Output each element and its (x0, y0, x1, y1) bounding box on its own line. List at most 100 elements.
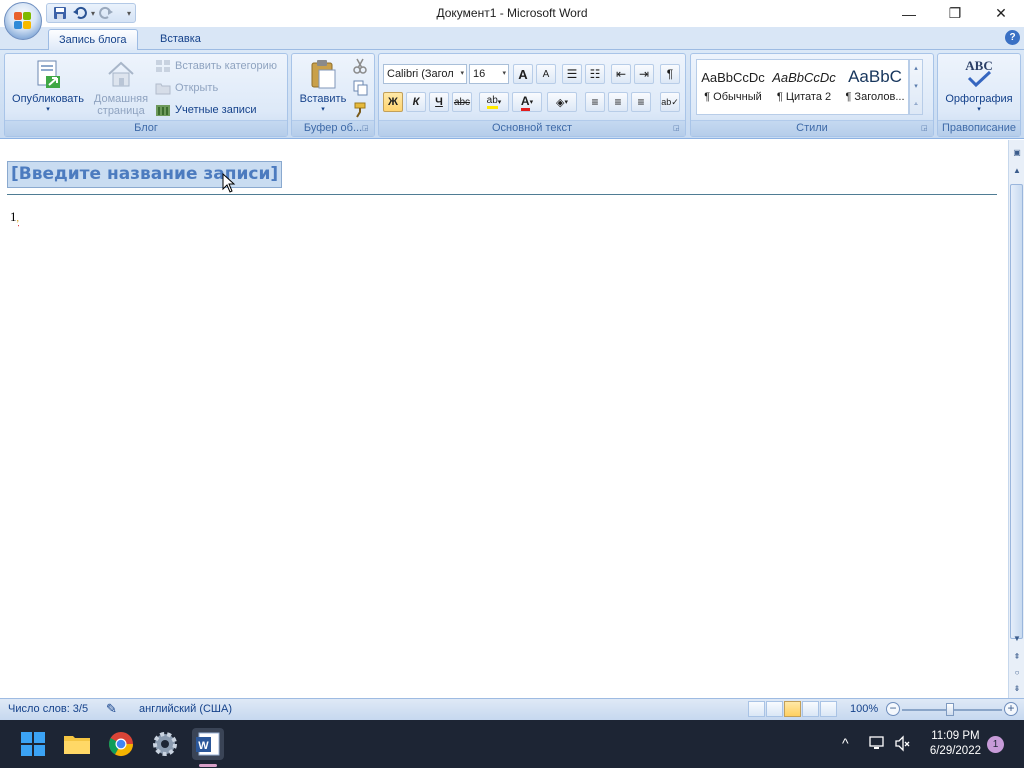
align-right-button[interactable]: ≡ (631, 92, 651, 112)
prev-page-icon[interactable]: ⇞ (1010, 650, 1024, 664)
zoom-level[interactable]: 100% (850, 703, 878, 715)
full-screen-reading-icon[interactable] (766, 701, 783, 717)
group-styles-label: Стили (691, 120, 933, 136)
scroll-thumb[interactable] (1010, 184, 1023, 639)
accounts-button[interactable]: Учетные записи (155, 100, 257, 120)
style-heading[interactable]: AaBbC ¶ Заголов... (840, 62, 910, 112)
numbering-button[interactable]: ☷ (585, 64, 605, 84)
group-clipboard: Вставить ▾ Буфер об... ◲ (291, 53, 375, 137)
cut-icon[interactable] (352, 58, 368, 74)
spellcheck-marker: , (16, 213, 20, 224)
align-right-icon: ≡ (637, 95, 645, 109)
close-button[interactable]: ✕ (978, 0, 1024, 27)
word-taskbar-icon[interactable]: W (192, 728, 224, 760)
styles-launcher-icon[interactable]: ◲ (921, 124, 930, 133)
settings-gear-icon[interactable] (149, 728, 181, 760)
browse-object-icon[interactable]: ○ (1010, 666, 1024, 680)
print-layout-icon[interactable] (748, 701, 765, 717)
active-app-indicator (199, 764, 217, 767)
customize-qat-icon[interactable]: ▾ (127, 9, 131, 18)
window-controls: — ❐ ✕ (886, 0, 1024, 27)
font-color-button[interactable]: A ▾ (512, 92, 542, 112)
highlight-button[interactable]: ab ▾ (479, 92, 509, 112)
publish-button[interactable]: Опубликовать ▾ (8, 58, 88, 113)
align-left-button[interactable]: ≡ (585, 92, 605, 112)
office-button[interactable] (4, 2, 42, 40)
open-label: Открыть (175, 82, 219, 94)
spelling-button[interactable]: ABC Орфография ▾ (940, 58, 1018, 113)
tab-blog-post[interactable]: Запись блога (48, 29, 138, 50)
publish-label: Опубликовать (12, 93, 84, 105)
scroll-up-icon[interactable]: ▲ (1010, 164, 1024, 178)
clear-format-button[interactable]: ◈ ▾ (547, 92, 577, 112)
post-title-field[interactable]: [Введите название записи] (7, 161, 283, 188)
copy-icon[interactable] (352, 80, 368, 96)
font-name-select[interactable]: Calibri (Загол ▾ (383, 64, 467, 84)
insert-category-button[interactable]: Вставить категорию (155, 56, 277, 76)
tab-insert[interactable]: Вставка (150, 29, 211, 50)
strikethrough-button[interactable]: abc (452, 92, 472, 112)
italic-button[interactable]: К (406, 92, 426, 112)
bullets-button[interactable]: ☰ (562, 64, 582, 84)
network-icon[interactable] (868, 734, 886, 768)
open-button[interactable]: Открыть (155, 78, 218, 98)
maximize-button[interactable]: ❐ (932, 0, 978, 27)
save-icon[interactable] (51, 5, 69, 21)
increase-indent-button[interactable]: ⇥ (634, 64, 654, 84)
proofing-status-icon[interactable]: ✎ (106, 701, 117, 717)
redo-icon[interactable] (97, 5, 115, 21)
style-normal[interactable]: AaBbCcDc ¶ Обычный (698, 62, 768, 112)
system-clock[interactable]: 11:09 PM 6/29/2022 (930, 729, 981, 759)
undo-dropdown-icon[interactable]: ▾ (91, 9, 95, 18)
web-layout-icon[interactable] (784, 701, 801, 717)
proof-text-button[interactable]: ab✓ (660, 92, 680, 112)
basic-text-launcher-icon[interactable]: ◲ (673, 124, 682, 133)
undo-icon[interactable] (71, 5, 89, 21)
style-heading-name: ¶ Заголов... (845, 91, 905, 103)
vertical-scrollbar[interactable]: ▣ ▲ ▼ ⇞ ○ ⇟ (1008, 140, 1024, 698)
view-ruler-icon[interactable]: ▣ (1010, 146, 1024, 160)
home-page-button[interactable]: Домашняя страница (89, 58, 153, 117)
document-area[interactable]: [Введите название записи] 1, (0, 140, 1008, 698)
home-label-1: Домашняя (93, 93, 149, 105)
align-center-button[interactable]: ≡ (608, 92, 628, 112)
next-page-icon[interactable]: ⇟ (1010, 682, 1024, 696)
windows-start-icon[interactable] (17, 728, 49, 760)
help-icon[interactable]: ? (1005, 30, 1020, 45)
outline-view-icon[interactable] (802, 701, 819, 717)
grow-font-button[interactable]: A (513, 64, 533, 84)
draft-view-icon[interactable] (820, 701, 837, 717)
post-body[interactable]: 1, (10, 209, 19, 225)
shrink-font-button[interactable]: A (536, 64, 556, 84)
underline-button[interactable]: Ч (429, 92, 449, 112)
publish-dropdown-icon: ▾ (46, 106, 50, 113)
clipboard-launcher-icon[interactable]: ◲ (362, 124, 371, 133)
home-label-2: страница (97, 105, 145, 117)
notification-badge[interactable]: 1 (987, 736, 1004, 753)
volume-muted-icon[interactable] (894, 735, 912, 768)
paste-button[interactable]: Вставить ▾ (295, 58, 351, 113)
bold-button[interactable]: Ж (383, 92, 403, 112)
styles-down-icon[interactable]: ▾ (910, 78, 922, 96)
zoom-in-icon[interactable]: + (1004, 702, 1018, 716)
styles-more-icon[interactable]: ⩡ (910, 96, 922, 114)
styles-up-icon[interactable]: ▴ (910, 60, 922, 78)
chrome-icon[interactable] (105, 728, 137, 760)
show-hidden-icons-icon[interactable]: ^ (842, 735, 849, 768)
zoom-out-icon[interactable]: − (886, 702, 900, 716)
scroll-down-icon[interactable]: ▼ (1010, 632, 1024, 646)
word-count[interactable]: Число слов: 3/5 (8, 703, 88, 715)
styles-scroll[interactable]: ▴ ▾ ⩡ (909, 59, 923, 115)
decrease-indent-button[interactable]: ⇤ (611, 64, 631, 84)
file-explorer-icon[interactable] (61, 728, 93, 760)
font-size-select[interactable]: 16 ▾ (469, 64, 509, 84)
minimize-button[interactable]: — (886, 0, 932, 27)
increase-indent-icon: ⇥ (638, 67, 650, 81)
style-quote-2[interactable]: AaBbCcDc ¶ Цитата 2 (769, 62, 839, 112)
format-painter-icon[interactable] (352, 102, 368, 118)
language-indicator[interactable]: английский (США) (139, 703, 232, 715)
show-marks-button[interactable]: ¶ (660, 64, 680, 84)
bold-icon: Ж (388, 96, 398, 108)
zoom-slider-thumb[interactable] (946, 703, 954, 716)
clock-time: 11:09 PM (931, 730, 980, 742)
